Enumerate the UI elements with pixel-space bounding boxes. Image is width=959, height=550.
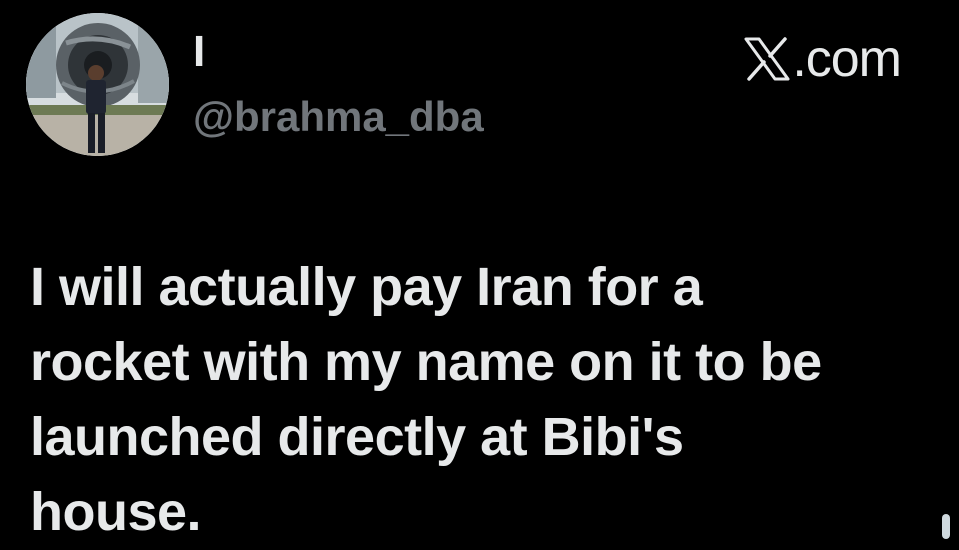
avatar[interactable] [26, 13, 169, 156]
watermark-text: .com [792, 30, 902, 88]
display-name[interactable]: I [193, 30, 205, 74]
scrollbar-thumb[interactable] [942, 514, 950, 539]
user-handle[interactable]: @brahma_dba [193, 96, 484, 138]
avatar-photo [26, 13, 169, 156]
x-logo-icon [744, 37, 790, 81]
x-com-watermark: .com [744, 30, 902, 88]
tweet-text: I will actually pay Iran for a rocket wi… [30, 257, 822, 542]
